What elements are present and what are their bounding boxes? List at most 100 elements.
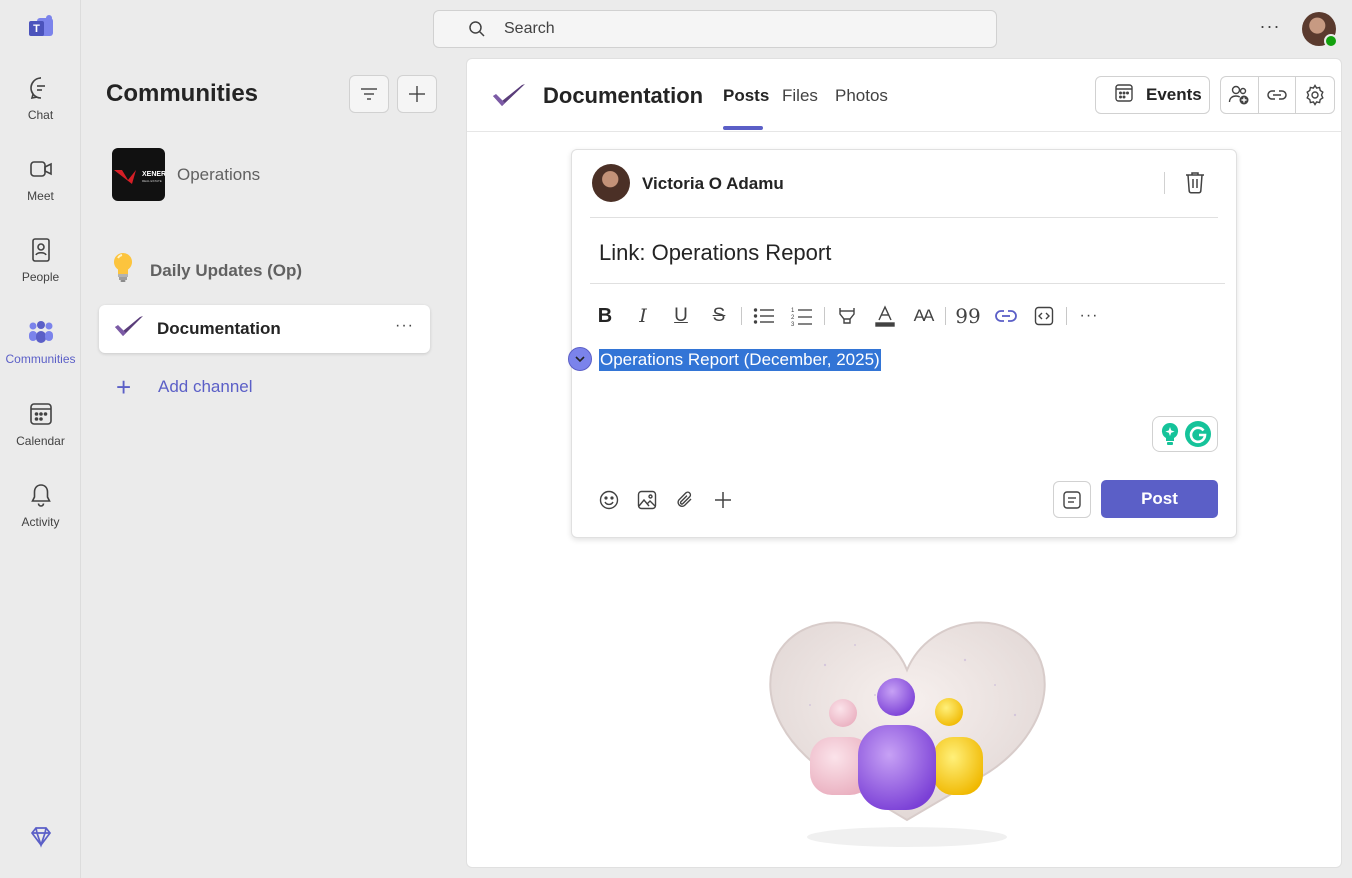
- post-button[interactable]: Post: [1101, 480, 1218, 518]
- svg-text:T: T: [33, 23, 40, 35]
- more-actions-button[interactable]: [704, 486, 742, 514]
- message-body[interactable]: Operations Report (December, 2025): [599, 349, 881, 371]
- rail-calendar[interactable]: Calendar: [0, 400, 81, 470]
- search-placeholder: Search: [504, 20, 555, 37]
- rail-communities[interactable]: Communities: [0, 318, 81, 388]
- header-actions: [1220, 76, 1335, 114]
- rail-label: People: [21, 270, 60, 284]
- highlighter-icon: [839, 308, 855, 324]
- rail-label: Chat: [27, 108, 54, 122]
- user-avatar[interactable]: [1302, 12, 1338, 48]
- team-logo-text: XENERO: [142, 171, 165, 178]
- search-icon: [468, 20, 486, 38]
- toolbar-separator: [824, 307, 825, 325]
- svg-text:2: 2: [791, 315, 795, 321]
- compose-actions: [590, 486, 742, 514]
- video-camera-icon: [27, 155, 55, 183]
- search-box[interactable]: Search: [433, 10, 997, 48]
- create-community-button[interactable]: [397, 75, 437, 113]
- chevron-down-icon[interactable]: [568, 347, 592, 371]
- tab-posts[interactable]: Posts: [723, 86, 769, 106]
- numbered-list-icon: 123: [791, 308, 812, 326]
- font-size-button[interactable]: AA: [904, 300, 942, 332]
- bulleted-list-button[interactable]: [745, 300, 783, 332]
- plus-icon: [409, 86, 425, 102]
- divider: [590, 283, 1225, 284]
- rail-label: Meet: [27, 189, 54, 203]
- compose-box: Victoria O Adamu Link: Operations Report…: [568, 149, 1237, 538]
- divider: [1164, 172, 1165, 194]
- lightbulb-icon: [112, 252, 134, 289]
- channel-more-icon[interactable]: ···: [395, 317, 414, 335]
- active-tab-indicator: [723, 126, 763, 130]
- font-color-icon: [875, 305, 895, 327]
- link-icon: [995, 310, 1017, 322]
- channel-name: Daily Updates (Op): [150, 260, 303, 280]
- channel-name: Documentation: [157, 319, 281, 338]
- more-format-options-icon[interactable]: ···: [1070, 300, 1108, 332]
- grammarly-icon: [1184, 421, 1211, 447]
- code-icon: [1034, 306, 1054, 326]
- channel-header: Documentation Posts Files Photos Events: [467, 59, 1341, 132]
- lightbulb-icon: [1161, 422, 1178, 445]
- plus-icon: [715, 492, 731, 508]
- author-name: Victoria O Adamu: [642, 174, 784, 193]
- bullet-list-icon: [753, 308, 774, 324]
- calendar-icon: [1114, 83, 1134, 108]
- rail-people[interactable]: People: [0, 236, 81, 306]
- copy-link-button[interactable]: [1259, 77, 1297, 113]
- emoji-icon: [599, 490, 619, 510]
- strikethrough-button[interactable]: S: [700, 300, 738, 332]
- chat-icon: [27, 74, 55, 102]
- rail-label: Activity: [21, 515, 60, 529]
- grammarly-widget[interactable]: [1152, 416, 1218, 452]
- font-color-button[interactable]: [866, 300, 904, 332]
- image-icon: [637, 490, 657, 510]
- svg-text:3: 3: [791, 322, 795, 326]
- channel-daily-updates[interactable]: Daily Updates (Op): [112, 252, 302, 289]
- subject-field[interactable]: Link: Operations Report: [599, 240, 831, 266]
- paperclip-icon: [677, 491, 692, 507]
- link-icon: [1267, 90, 1287, 100]
- calendar-icon: [27, 400, 55, 428]
- format-icon: [1063, 490, 1081, 509]
- underline-button[interactable]: U: [662, 300, 700, 332]
- bold-button[interactable]: B: [586, 300, 624, 332]
- tab-files[interactable]: Files: [782, 86, 818, 106]
- rail-activity[interactable]: Activity: [0, 481, 81, 551]
- italic-button[interactable]: I: [624, 300, 662, 332]
- highlight-button[interactable]: [828, 300, 866, 332]
- insert-link-button[interactable]: [987, 300, 1025, 332]
- format-toolbar: B I U S 123 AA 99 ···: [586, 300, 1108, 332]
- quote-button[interactable]: 99: [949, 300, 987, 332]
- toolbar-separator: [1066, 307, 1067, 325]
- team-name: Operations: [177, 164, 261, 184]
- format-toggle-button[interactable]: [1053, 481, 1091, 518]
- code-snippet-button[interactable]: [1025, 300, 1063, 332]
- panel-title: Communities: [106, 80, 259, 107]
- settings-button[interactable]: [1296, 77, 1334, 113]
- toolbar-separator: [741, 307, 742, 325]
- emoji-button[interactable]: [590, 486, 628, 514]
- tab-photos[interactable]: Photos: [835, 86, 888, 106]
- diamond-icon[interactable]: [28, 824, 54, 850]
- team-operations[interactable]: XENEROREAL ESTATE Operations: [112, 148, 260, 201]
- add-member-button[interactable]: [1221, 77, 1259, 113]
- insert-image-button[interactable]: [628, 486, 666, 514]
- divider: [590, 217, 1218, 218]
- channel-documentation[interactable]: Documentation ···: [99, 305, 430, 353]
- rail-chat[interactable]: Chat: [0, 74, 81, 144]
- add-channel-button[interactable]: + Add channel: [116, 374, 253, 400]
- checkmark-icon: [491, 81, 527, 116]
- events-button[interactable]: Events: [1095, 76, 1210, 114]
- teams-logo-icon[interactable]: T: [27, 15, 55, 41]
- attach-file-button[interactable]: [666, 486, 704, 514]
- delete-draft-button[interactable]: [1184, 170, 1206, 199]
- filter-button[interactable]: [349, 75, 389, 113]
- numbered-list-button[interactable]: 123: [783, 300, 821, 332]
- rail-label: Calendar: [16, 434, 65, 448]
- rail-label: Communities: [5, 352, 76, 366]
- presence-available-icon: [1324, 34, 1338, 48]
- rail-meet[interactable]: Meet: [0, 155, 81, 225]
- more-options-icon[interactable]: ···: [1256, 16, 1284, 42]
